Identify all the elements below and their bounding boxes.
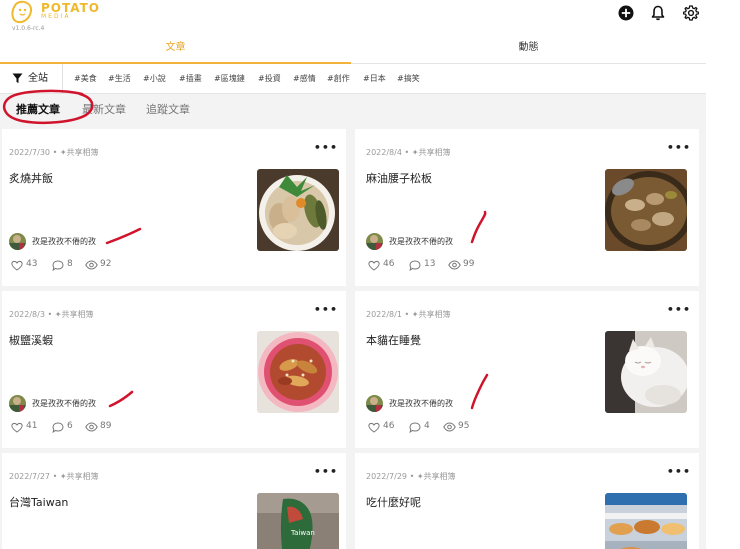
eye-icon <box>85 422 98 432</box>
article-card[interactable]: 2022/7/29 • ✦共享相簿 ••• 吃什麼好呢 <box>355 453 699 549</box>
eye-icon <box>85 260 98 270</box>
article-title[interactable]: 台灣Taiwan <box>9 494 68 510</box>
tab-activity[interactable]: 動態 <box>353 36 704 64</box>
more-options-icon[interactable]: ••• <box>314 141 338 154</box>
avatar[interactable] <box>366 395 383 412</box>
post-date: 2022/8/4 <box>366 148 402 157</box>
heart-icon <box>368 422 380 433</box>
subtab-recommended[interactable]: 推薦文章 <box>16 101 60 117</box>
gear-icon[interactable] <box>683 5 699 21</box>
post-date: 2022/7/29 <box>366 472 408 481</box>
article-thumbnail-taiwan-sign[interactable]: Taiwan <box>257 493 339 549</box>
app: POTATO MEDIA v1.0.6-rc.4 文章 動態 全站 #美食 #生… <box>0 0 706 549</box>
logo-subtext: MEDIA <box>41 13 71 20</box>
article-thumbnail-sleeping-cat[interactable] <box>605 331 687 413</box>
more-options-icon[interactable]: ••• <box>667 141 691 154</box>
card-meta: 2022/8/3 • ✦共享相簿 <box>9 309 93 320</box>
article-thumbnail-shrimp-plate[interactable] <box>257 331 339 413</box>
potato-logo-icon <box>11 0 33 24</box>
tag-chip[interactable]: #日本 <box>363 64 386 93</box>
album-tag[interactable]: • ✦共享相簿 <box>53 148 99 157</box>
album-tag[interactable]: • ✦共享相簿 <box>404 310 450 319</box>
article-thumbnail-food-plate[interactable] <box>257 169 339 251</box>
tag-chip[interactable]: #感情 <box>293 64 316 93</box>
card-meta: 2022/8/1 • ✦共享相簿 <box>366 309 450 320</box>
right-gutter <box>706 0 740 549</box>
album-tag[interactable]: • ✦共享相簿 <box>47 310 93 319</box>
album-tag[interactable]: • ✦共享相簿 <box>404 148 450 157</box>
tag-chip[interactable]: #創作 <box>327 64 350 93</box>
article-title[interactable]: 吃什麼好呢 <box>366 494 421 510</box>
more-options-icon[interactable]: ••• <box>667 303 691 316</box>
card-meta: 2022/7/30 • ✦共享相簿 <box>9 147 99 158</box>
top-header: POTATO MEDIA v1.0.6-rc.4 <box>0 0 706 36</box>
post-date: 2022/8/1 <box>366 310 402 319</box>
post-date: 2022/8/3 <box>9 310 45 319</box>
album-tag[interactable]: • ✦共享相簿 <box>410 472 456 481</box>
author-name[interactable]: 孜是孜孜不倦的孜 <box>32 236 96 247</box>
avatar[interactable] <box>9 233 26 250</box>
article-thumbnail-food-display[interactable] <box>605 493 687 549</box>
heart-icon <box>11 422 23 433</box>
filter-all-label: 全站 <box>28 73 48 84</box>
article-title[interactable]: 麻油腰子松板 <box>366 170 432 186</box>
svg-text:Taiwan: Taiwan <box>290 529 315 537</box>
more-options-icon[interactable]: ••• <box>314 303 338 316</box>
comment-icon <box>409 422 421 433</box>
more-options-icon[interactable]: ••• <box>667 465 691 478</box>
article-thumbnail-pot-dish[interactable] <box>605 169 687 251</box>
post-date: 2022/7/27 <box>9 472 51 481</box>
post-date: 2022/7/30 <box>9 148 51 157</box>
article-sub-tabs: 推薦文章 最新文章 追蹤文章 <box>0 95 706 121</box>
avatar[interactable] <box>366 233 383 250</box>
add-circle-icon[interactable] <box>618 5 634 21</box>
tag-chip[interactable]: #搞笑 <box>397 64 420 93</box>
article-title[interactable]: 本貓在睡覺 <box>366 332 421 348</box>
tag-chip[interactable]: #生活 <box>108 64 131 93</box>
eye-icon <box>448 260 461 270</box>
tag-chip[interactable]: #投資 <box>258 64 281 93</box>
subtab-latest[interactable]: 最新文章 <box>82 101 126 117</box>
more-options-icon[interactable]: ••• <box>314 465 338 478</box>
tab-articles[interactable]: 文章 <box>0 36 351 64</box>
article-card[interactable]: 2022/8/3 • ✦共享相簿 ••• 椒鹽溪蝦 孜是孜孜不倦的孜 41 6 … <box>2 291 346 448</box>
article-card[interactable]: 2022/8/1 • ✦共享相簿 ••• 本貓在睡覺 孜是孜孜不倦的孜 46 4… <box>355 291 699 448</box>
eye-icon <box>443 422 456 432</box>
article-title[interactable]: 椒鹽溪蝦 <box>9 332 53 348</box>
card-meta: 2022/8/4 • ✦共享相簿 <box>366 147 450 158</box>
article-card[interactable]: 2022/8/4 • ✦共享相簿 ••• 麻油腰子松板 孜是孜孜不倦的孜 46 … <box>355 129 699 286</box>
tag-chip[interactable]: #區塊鏈 <box>214 64 245 93</box>
tag-chip[interactable]: #小說 <box>143 64 166 93</box>
tag-chip[interactable]: #美食 <box>74 64 97 93</box>
filter-icon <box>12 73 23 83</box>
author-name[interactable]: 孜是孜孜不倦的孜 <box>32 398 96 409</box>
article-card[interactable]: 2022/7/27 • ✦共享相簿 ••• 台灣Taiwan Taiwan <box>2 453 346 549</box>
tag-chip[interactable]: #插畫 <box>179 64 202 93</box>
author-name[interactable]: 孜是孜孜不倦的孜 <box>389 398 453 409</box>
tag-filter-bar: 全站 #美食 #生活 #小說 #插畫 #區塊鏈 #投資 #感情 #創作 #日本 … <box>0 64 706 94</box>
bell-icon[interactable] <box>650 5 666 21</box>
version-label: v1.0.6-rc.4 <box>12 25 45 32</box>
article-title[interactable]: 炙燒丼飯 <box>9 170 53 186</box>
heart-icon <box>11 260 23 271</box>
avatar[interactable] <box>9 395 26 412</box>
card-meta: 2022/7/27 • ✦共享相簿 <box>9 471 99 482</box>
heart-icon <box>368 260 380 271</box>
comment-icon <box>52 422 64 433</box>
article-card[interactable]: 2022/7/30 • ✦共享相簿 ••• 炙燒丼飯 孜是孜孜不倦的孜 43 8… <box>2 129 346 286</box>
subtab-following[interactable]: 追蹤文章 <box>146 101 190 117</box>
filter-all-button[interactable]: 全站 <box>0 64 63 94</box>
card-meta: 2022/7/29 • ✦共享相簿 <box>366 471 456 482</box>
album-tag[interactable]: • ✦共享相簿 <box>53 472 99 481</box>
comment-icon <box>409 260 421 271</box>
comment-icon <box>52 260 64 271</box>
author-name[interactable]: 孜是孜孜不倦的孜 <box>389 236 453 247</box>
main-tabs: 文章 動態 <box>0 36 706 64</box>
